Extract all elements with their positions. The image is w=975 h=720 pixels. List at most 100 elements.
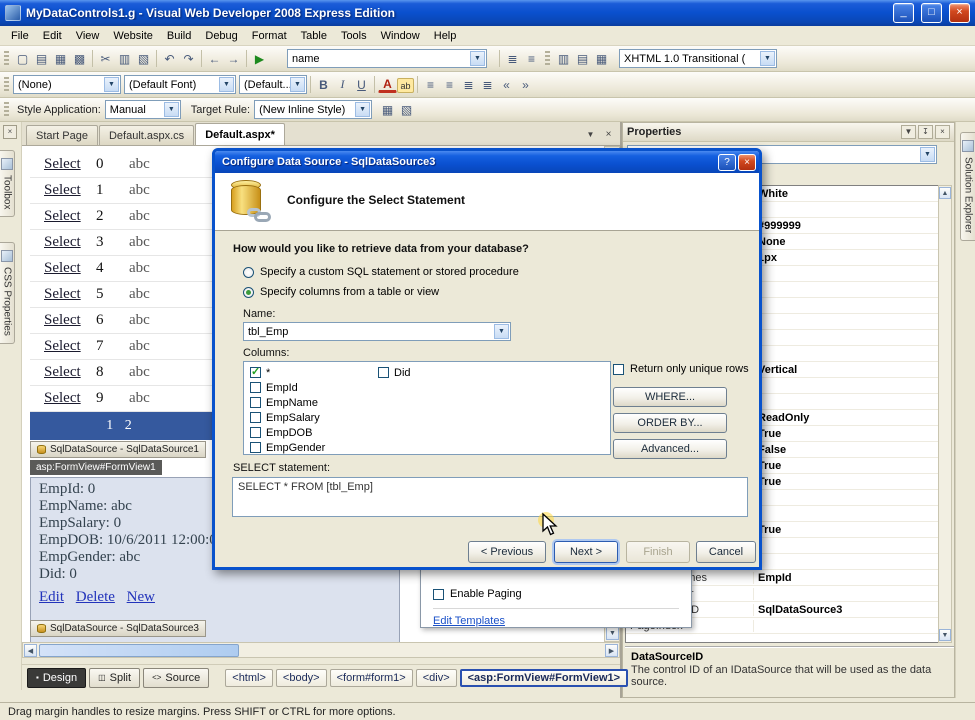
menu-window[interactable]: Window [374,28,427,44]
target-style-combo[interactable]: (None) ▼ [13,75,121,94]
style-combo-arrow[interactable]: ▼ [104,77,119,92]
split-view-button[interactable]: ◫ Split [89,667,141,688]
tag-crumb-body[interactable]: <body> [275,668,327,687]
menu-tools[interactable]: Tools [334,28,374,44]
cancel-button[interactable]: Cancel [696,541,756,563]
column-empname-checkbox[interactable] [250,397,261,408]
select-link[interactable]: Select [44,208,96,225]
column-empgender-checkbox[interactable] [250,442,261,453]
formview-tag-label[interactable]: asp:FormView#FormView1 [30,460,162,475]
column-did-checkbox[interactable] [378,367,389,378]
scroll-down-icon[interactable]: ▼ [939,629,951,641]
menu-view[interactable]: View [69,28,107,44]
table-combo-arrow[interactable]: ▼ [494,324,509,339]
indent-icon[interactable]: » [516,75,535,94]
font-size-combo[interactable]: (Default... ▼ [239,75,307,94]
validate-icon[interactable]: ▥ [554,49,573,68]
redo-icon[interactable]: ↷ [179,49,198,68]
enable-paging-checkbox[interactable] [433,588,444,600]
align-left-icon[interactable]: ≡ [421,75,440,94]
column-label[interactable]: EmpGender [266,442,325,454]
save-all-icon[interactable]: ▩ [70,49,89,68]
tag-crumb-form[interactable]: <form#form1> [329,668,413,687]
edit-link[interactable]: Edit [39,589,64,605]
tag-crumb-html[interactable]: <html> [225,668,273,687]
editor-horizontal-scrollbar[interactable]: ◀ ▶ [22,642,620,658]
select-link[interactable]: Select [44,234,96,251]
column-label[interactable]: EmpName [266,397,318,409]
previous-button[interactable]: < Previous [468,541,546,563]
menu-build[interactable]: Build [160,28,198,44]
check-style-icon[interactable]: ▦ [378,100,397,119]
column-label[interactable]: Did [394,367,411,379]
doctype-combo-arrow[interactable]: ▼ [760,51,775,66]
align-center-icon[interactable]: ≡ [440,75,459,94]
numbered-list-icon[interactable]: ≣ [478,75,497,94]
select-link[interactable]: Select [44,182,96,199]
save-icon[interactable]: ▦ [51,49,70,68]
document-list-icon[interactable]: ▼ [583,127,598,142]
member-combo[interactable]: name ▼ [287,49,487,68]
menu-help[interactable]: Help [427,28,464,44]
column-label[interactable]: * [266,367,270,379]
column-star-checkbox[interactable] [250,365,261,378]
minimize-button[interactable]: _ [893,3,914,23]
copy-icon[interactable]: ▥ [115,49,134,68]
next-button[interactable]: Next > [554,541,618,563]
select-link[interactable]: Select [44,156,96,173]
scroll-down-icon[interactable]: ▼ [606,627,619,640]
scroll-up-icon[interactable]: ▲ [939,187,951,199]
custom-sql-radio-label[interactable]: Specify a custom SQL statement or stored… [260,266,519,278]
gridview-control[interactable]: Select 0 abc Select 1 abc Select 2 abc Select 3… [30,152,212,440]
unique-rows-label[interactable]: Return only unique rows [630,363,749,375]
navigate-back-icon[interactable]: ← [205,49,224,68]
menu-edit[interactable]: Edit [36,28,69,44]
table-columns-radio-label[interactable]: Specify columns from a table or view [260,286,439,298]
dialog-help-button[interactable]: ? [718,153,736,171]
select-link[interactable]: Select [44,390,96,407]
scroll-right-icon[interactable]: ▶ [605,644,618,657]
source-view-button[interactable]: <> Source [143,667,210,688]
scroll-left-icon[interactable]: ◀ [24,644,37,657]
style-app-arrow[interactable]: ▼ [163,102,179,117]
select-link[interactable]: Select [44,338,96,355]
tab-default-aspx-cs[interactable]: Default.aspx.cs [98,125,195,145]
select-link[interactable]: Select [44,260,96,277]
member-combo-arrow[interactable]: ▼ [470,51,485,66]
window-menu-icon[interactable]: ▼ [901,125,916,139]
italic-icon[interactable]: I [333,75,352,94]
paste-icon[interactable]: ▧ [134,49,153,68]
outdent-icon[interactable]: « [497,75,516,94]
dialog-close-button[interactable]: × [738,153,756,171]
highlight-icon[interactable]: ab [397,78,414,93]
tab-default-aspx[interactable]: Default.aspx* [195,123,285,145]
bookmark-icon[interactable]: ≡ [522,49,541,68]
where-button[interactable]: WHERE... [613,387,727,407]
menu-debug[interactable]: Debug [198,28,244,44]
auto-hide-pin-icon[interactable]: ↧ [918,125,933,139]
bullet-list-icon[interactable]: ≣ [459,75,478,94]
undo-icon[interactable]: ↶ [160,49,179,68]
edit-templates-link[interactable]: Edit Templates [433,615,505,627]
dialog-title-bar[interactable]: Configure Data Source - SqlDataSource3 ?… [215,151,759,173]
object-combo-arrow[interactable]: ▼ [920,147,935,162]
menu-file[interactable]: File [4,28,36,44]
new-link[interactable]: New [127,589,155,605]
font-combo-arrow[interactable]: ▼ [219,77,234,92]
tab-start-page[interactable]: Start Page [26,125,98,145]
toolbar-grip[interactable] [4,101,9,118]
check-page-icon[interactable]: ▦ [592,49,611,68]
style-manager-icon[interactable]: ▧ [397,100,416,119]
select-statement-box[interactable]: SELECT * FROM [tbl_Emp] [232,477,748,517]
select-link[interactable]: Select [44,364,96,381]
scroll-thumb[interactable] [39,644,239,657]
close-panel-icon[interactable]: × [935,125,950,139]
close-toolwindow-button[interactable]: × [3,125,17,139]
style-application-combo[interactable]: Manual ▼ [104,100,181,119]
comment-icon[interactable]: ≣ [503,49,522,68]
sidebar-tab-solution-explorer[interactable]: Solution Explorer [960,132,975,242]
sidebar-tab-toolbox[interactable]: Toolbox [0,150,15,218]
tag-crumb-formview[interactable]: <asp:FormView#FormView1> [459,668,629,687]
properties-scrollbar[interactable]: ▲ ▼ [938,185,952,643]
menu-website[interactable]: Website [106,28,160,44]
